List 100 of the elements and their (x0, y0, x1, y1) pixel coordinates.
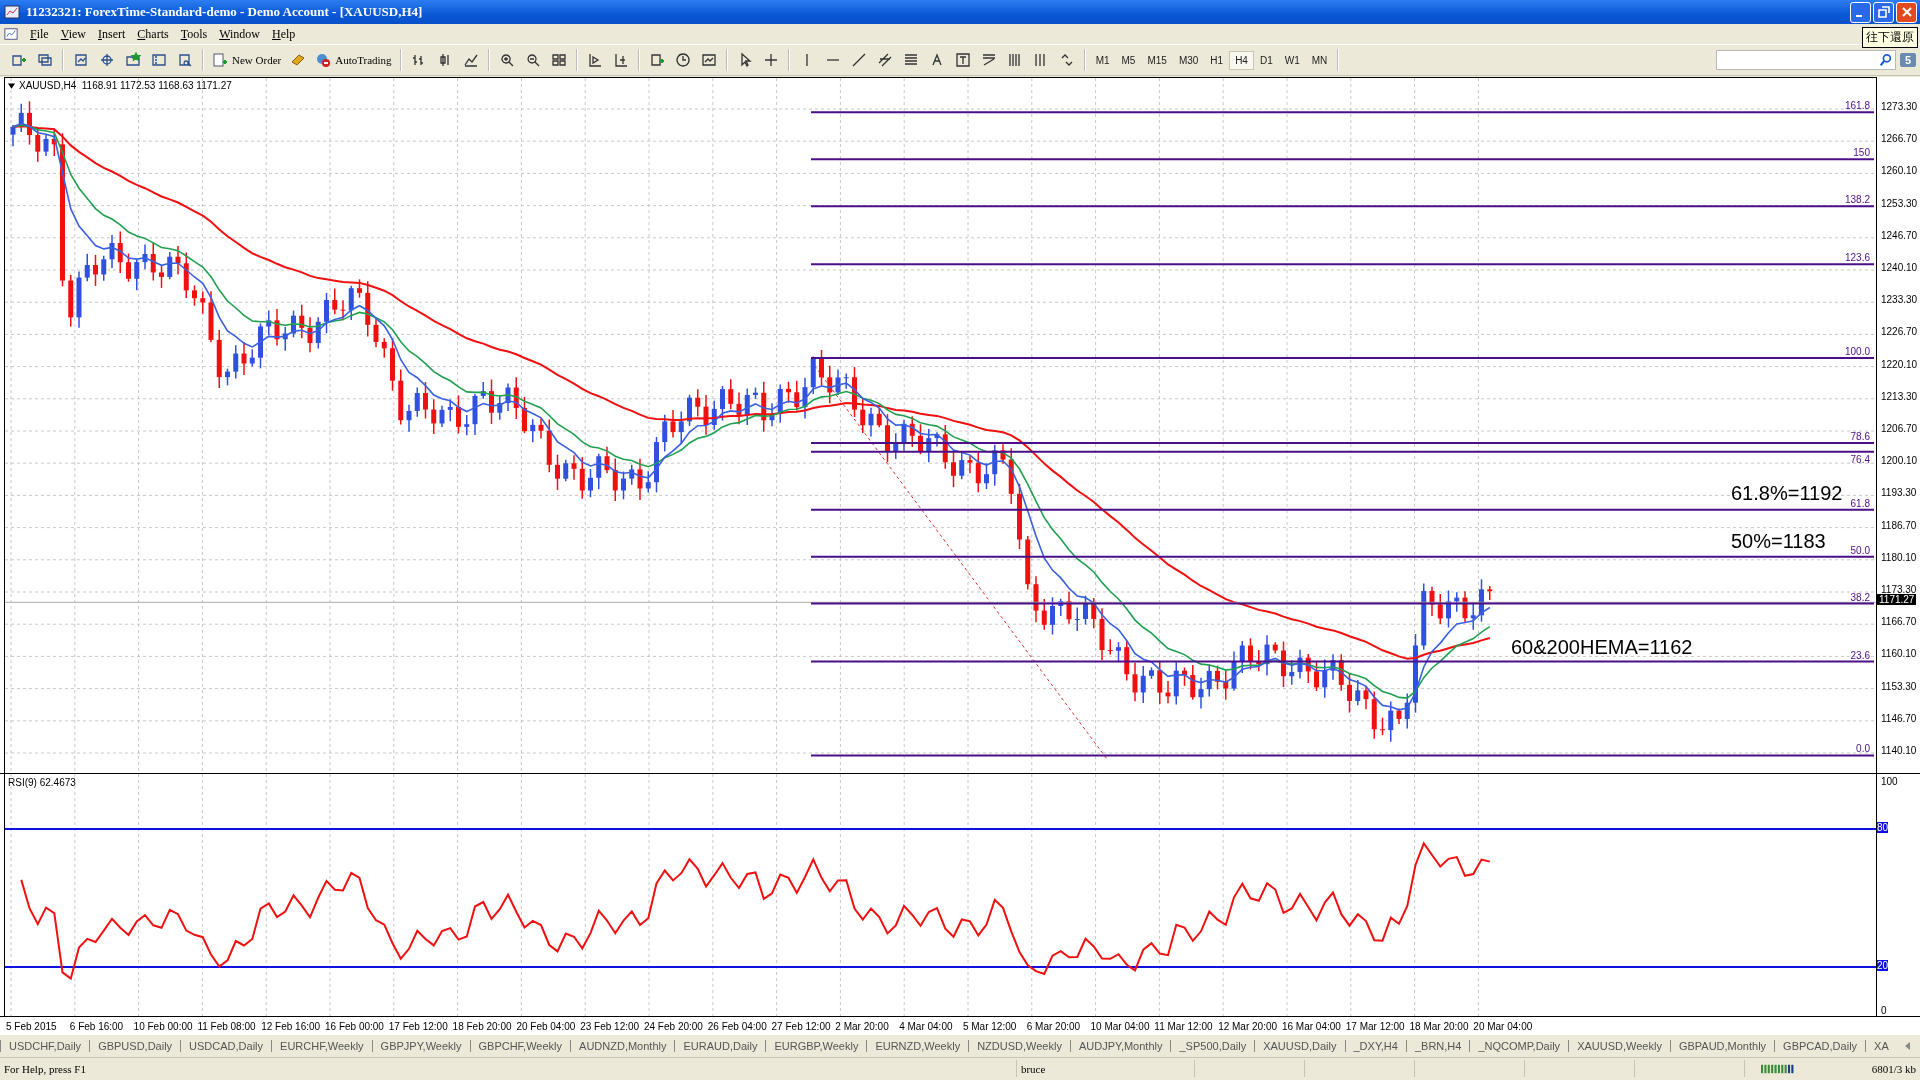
menu-item[interactable]: Insert (91, 26, 132, 42)
clock-icon[interactable] (674, 52, 691, 68)
time-axis-label: 11 Mar 12:00 (1154, 1020, 1214, 1032)
timeframe-button[interactable]: D1 (1253, 50, 1279, 70)
chart-tab[interactable]: NZDUSD,Weekly (968, 1040, 1070, 1052)
chart-tab[interactable]: EURGBP,Weekly (765, 1040, 867, 1052)
time-axis-label: 20 Feb 04:00 (516, 1020, 577, 1032)
crosshair-icon[interactable] (762, 52, 779, 68)
channel-icon[interactable] (876, 52, 893, 68)
price-axis-label: 1206.70 (1881, 423, 1918, 434)
chart-tab[interactable]: XAUUSD,Daily (1254, 1040, 1345, 1052)
fibonacci-fan-icon[interactable] (980, 52, 997, 68)
menu-item[interactable]: File (24, 26, 55, 42)
fibonacci-level-line[interactable] (810, 450, 1875, 453)
dropdown-triangle-icon[interactable] (8, 82, 15, 89)
search-field[interactable] (1715, 50, 1896, 70)
fibonacci-level-line[interactable] (810, 508, 1875, 511)
chart-tab[interactable]: GBPJPY,Weekly (371, 1040, 470, 1052)
chart-tab[interactable]: AUDNZD,Monthly (570, 1040, 675, 1052)
market-watch-icon[interactable] (73, 52, 89, 68)
new-chart-icon[interactable] (11, 52, 27, 68)
new-order-button[interactable]: New Order (208, 52, 286, 68)
auto-scroll-icon[interactable] (586, 52, 603, 68)
terminal-window-icon[interactable] (151, 52, 167, 68)
time-axis-label: 6 Mar 20:00 (1026, 1020, 1082, 1032)
timeframe-button[interactable]: W1 (1278, 50, 1306, 70)
zoom-in-icon[interactable] (498, 52, 515, 68)
annotation-text: 50%=1183 (1731, 530, 1826, 552)
chart-tab[interactable]: _SP500,Daily (1170, 1040, 1255, 1052)
time-axis-label: 23 Feb 12:00 (580, 1020, 641, 1032)
new-order-icon (212, 52, 228, 68)
chart-shift-icon[interactable] (612, 52, 629, 68)
chart-tab[interactable]: _BRN,H4 (1405, 1040, 1470, 1052)
timeframe-button[interactable]: H4 (1229, 50, 1254, 70)
time-axis-label: 17 Mar 12:00 (1345, 1020, 1406, 1032)
timeframe-button[interactable]: M1 (1089, 50, 1116, 70)
search-icon[interactable] (1878, 53, 1893, 67)
menu-item[interactable]: Charts (131, 26, 175, 42)
menu-item[interactable]: View (54, 26, 92, 42)
menu-item[interactable]: Help (266, 26, 302, 42)
folder-star-icon[interactable] (125, 52, 141, 68)
chart-tab[interactable]: XA (1865, 1040, 1897, 1052)
chart-tab[interactable]: _NQCOMP,Daily (1469, 1040, 1569, 1052)
zoom-out-icon[interactable] (524, 52, 541, 68)
time-axis-label: 17 Feb 12:00 (388, 1020, 449, 1032)
fibonacci-level-line[interactable] (810, 356, 1875, 359)
text-label-icon[interactable] (954, 52, 971, 68)
chart-tab[interactable]: USDCAD,Daily (180, 1040, 272, 1052)
annotation-text: 60&200HEMA=1162 (1511, 636, 1693, 658)
time-axis-label: 24 Feb 20:00 (643, 1020, 704, 1032)
close-button[interactable] (1896, 1, 1917, 23)
chart-tab[interactable]: _DXY,H4 (1344, 1040, 1406, 1052)
chart-tab[interactable]: EURCHF,Weekly (271, 1040, 372, 1052)
fibonacci-level-line[interactable] (810, 205, 1875, 208)
chart-tab[interactable]: AUDJPY,Monthly (1069, 1040, 1171, 1052)
fibonacci-level-line[interactable] (810, 158, 1875, 161)
line-chart-icon[interactable] (462, 52, 479, 68)
fibonacci-level-label: 150 (1853, 147, 1870, 159)
chart-tab[interactable]: GBPAUD,Monthly (1669, 1040, 1775, 1052)
chart-tab[interactable]: GBPCHF,Weekly (469, 1040, 571, 1052)
indicators-icon[interactable] (648, 52, 665, 68)
price-axis-label: 1173.30 (1881, 584, 1917, 595)
chart-tab[interactable]: XAUUSD,Weekly (1568, 1040, 1670, 1052)
price-axis-label: 1213.30 (1881, 390, 1918, 402)
messages-badge[interactable]: 5 (1899, 53, 1916, 67)
fibonacci-icon[interactable] (902, 52, 919, 68)
price-axis-label: 1186.70 (1881, 519, 1917, 531)
rsi-indicator-label: RSI(9) 62.4673 (8, 777, 76, 788)
timeframe-button[interactable]: MN (1305, 50, 1334, 70)
time-axis-label: 16 Feb 00:00 (325, 1020, 385, 1032)
chart-tab[interactable]: USDCHF,Daily (0, 1040, 90, 1052)
chart-tab[interactable]: EURAUD,Daily (674, 1040, 766, 1052)
price-axis-label: 1246.70 (1881, 229, 1918, 241)
time-axis-label: 11 Feb 08:00 (197, 1020, 257, 1032)
chart-tab[interactable]: GBPUSD,Daily (89, 1040, 181, 1052)
trendline-icon[interactable] (850, 52, 867, 68)
strategy-tester-icon[interactable] (177, 52, 193, 68)
fibonacci-level-label: 78.6 (1850, 431, 1870, 442)
timeframe-button[interactable]: M15 (1141, 50, 1173, 70)
chart-tab[interactable]: EURNZD,Weekly (866, 1040, 969, 1052)
time-axis-label: 27 Feb 12:00 (771, 1020, 832, 1032)
timeframe-button[interactable]: M5 (1115, 50, 1142, 70)
menu-item[interactable]: Tools (174, 26, 214, 42)
timeframe-button[interactable]: M30 (1172, 50, 1205, 70)
fibonacci-level-line[interactable] (810, 555, 1875, 558)
autotrading-button[interactable]: AutoTrading (311, 52, 396, 68)
menu-item[interactable]: Window (213, 26, 266, 42)
restore-button[interactable] (1873, 1, 1894, 23)
tile-windows-icon[interactable] (550, 52, 567, 68)
chart-tab[interactable]: GBPCAD,Daily (1774, 1040, 1866, 1052)
fibonacci-level-line[interactable] (810, 111, 1875, 114)
crosshair-target-icon[interactable] (99, 52, 115, 68)
profiles-icon[interactable] (37, 52, 53, 68)
minimize-button[interactable] (1850, 1, 1871, 23)
price-axis-label: 1253.30 (1881, 197, 1918, 209)
templates-icon[interactable] (700, 52, 717, 68)
timeframe-button[interactable]: H1 (1204, 50, 1230, 70)
chart-window-icon[interactable] (4, 27, 18, 41)
vertical-lines-icon[interactable] (1006, 52, 1023, 68)
fibonacci-level-line[interactable] (810, 263, 1875, 266)
